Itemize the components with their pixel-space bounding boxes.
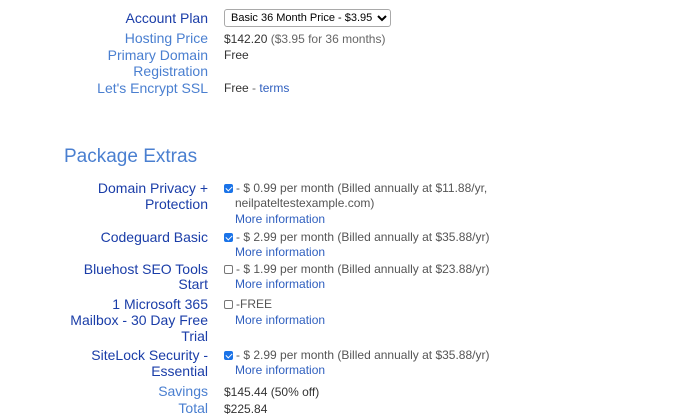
extra-domain-privacy-price: - $ 0.99 per month (Billed annually at $… xyxy=(236,181,488,195)
extra-microsoft365-price: -FREE xyxy=(236,297,272,311)
extra-seo-tools-label-line2: Start xyxy=(178,276,208,292)
extra-codeguard-more-info-link[interactable]: More information xyxy=(235,244,325,260)
extra-domain-privacy-label-line2: Protection xyxy=(144,196,208,212)
extra-domain-privacy-domain: neilpateltestexample.com) xyxy=(235,196,375,210)
extra-seo-tools-more-info-link[interactable]: More information xyxy=(235,276,325,292)
extra-sitelock-more-info-link[interactable]: More information xyxy=(235,362,325,378)
extra-microsoft365-label-line3: Trial xyxy=(181,328,208,344)
savings-value-row: $145.44 (50% off) xyxy=(224,384,319,400)
primary-domain-label-line2: Registration xyxy=(133,63,208,79)
hosting-price-amount: $142.20 xyxy=(224,32,268,46)
savings-label: Savings xyxy=(158,383,208,399)
total-label: Total xyxy=(178,400,208,416)
extra-microsoft365-price-row: -FREE xyxy=(224,296,272,312)
hosting-price-note: ($3.95 for 36 months) xyxy=(270,32,386,46)
ssl-value-row: Free - terms xyxy=(224,80,289,96)
extra-domain-privacy-price-row: - $ 0.99 per month (Billed annually at $… xyxy=(224,180,487,196)
hosting-price-value: $142.20 ($3.95 for 36 months) xyxy=(224,31,385,47)
extra-seo-tools-checkbox[interactable] xyxy=(224,265,233,274)
ssl-value: Free xyxy=(224,81,249,95)
extra-sitelock-label-line1: SiteLock Security - xyxy=(91,347,208,363)
savings-amount: $145.44 xyxy=(224,385,268,399)
extra-microsoft365-label-line1: 1 Microsoft 365 xyxy=(112,296,208,312)
extra-domain-privacy-more-info-link[interactable]: More information xyxy=(235,211,325,227)
extra-seo-tools-label-line1: Bluehost SEO Tools xyxy=(83,261,208,277)
extra-domain-privacy-label-line1: Domain Privacy + xyxy=(97,180,208,196)
ssl-separator: - xyxy=(248,81,260,95)
ssl-terms-link[interactable]: terms xyxy=(259,81,289,95)
extra-sitelock-label-line2: Essential xyxy=(151,363,208,379)
extra-seo-tools-price: - $ 1.99 per month (Billed annually at $… xyxy=(236,262,490,276)
extra-microsoft365-more-info-link[interactable]: More information xyxy=(235,312,325,328)
extra-microsoft365-checkbox[interactable] xyxy=(224,300,233,309)
extra-codeguard-price-row: - $ 2.99 per month (Billed annually at $… xyxy=(224,229,489,245)
hosting-price-label: Hosting Price xyxy=(124,30,208,46)
ssl-label: Let's Encrypt SSL xyxy=(97,80,208,96)
primary-domain-label-line1: Primary Domain xyxy=(107,47,208,63)
extra-sitelock-price: - $ 2.99 per month (Billed annually at $… xyxy=(236,348,490,362)
account-plan-select[interactable]: Basic 36 Month Price - $3.95/mo. xyxy=(224,9,391,27)
savings-note: (50% off) xyxy=(270,385,320,399)
extra-codeguard-checkbox[interactable] xyxy=(224,233,233,242)
extra-codeguard-price: - $ 2.99 per month (Billed annually at $… xyxy=(236,230,490,244)
total-value: $225.84 xyxy=(224,402,268,416)
extra-seo-tools-price-row: - $ 1.99 per month (Billed annually at $… xyxy=(224,261,489,277)
extra-sitelock-price-row: - $ 2.99 per month (Billed annually at $… xyxy=(224,347,489,363)
extra-codeguard-label: Codeguard Basic xyxy=(100,229,208,245)
account-plan-label: Account Plan xyxy=(125,10,209,26)
extra-domain-privacy-checkbox[interactable] xyxy=(224,184,233,193)
extra-microsoft365-label-line2: Mailbox - 30 Day Free xyxy=(70,312,208,328)
package-extras-title: Package Extras xyxy=(64,146,198,167)
primary-domain-value: Free xyxy=(224,48,249,62)
extra-sitelock-checkbox[interactable] xyxy=(224,351,233,360)
